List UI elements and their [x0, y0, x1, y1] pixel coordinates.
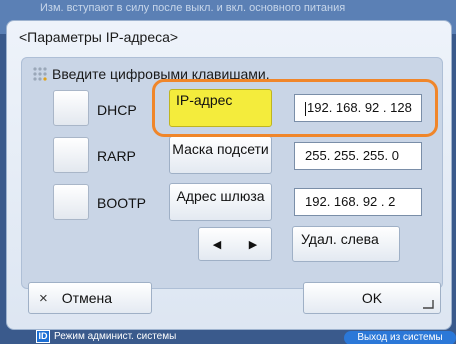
bootp-label: BOOTP: [97, 195, 147, 211]
text-cursor: [305, 101, 306, 116]
gateway-address-field[interactable]: 192. 168. 92 . 2: [294, 188, 422, 216]
ip-address-label: IP-адрес: [176, 92, 233, 108]
admin-mode-indicator: ID Режим админист. системы: [36, 330, 176, 343]
rarp-checkbox[interactable]: [53, 137, 89, 173]
background-notice: Изм. вступают в силу после выкл. и вкл. …: [40, 2, 346, 14]
instruction-text: Введите цифровыми клавишами.: [52, 66, 270, 82]
subnet-mask-value: 255. 255. 255. 0: [305, 148, 399, 163]
rarp-label: RARP: [97, 148, 136, 164]
subnet-mask-field[interactable]: 255. 255. 255. 0: [294, 142, 422, 170]
arrow-right-icon[interactable]: ▶: [235, 228, 271, 260]
bootp-checkbox[interactable]: [53, 184, 89, 220]
subnet-mask-label: Маска подсети: [172, 141, 269, 157]
ip-address-field[interactable]: 192. 168. 92 . 128: [294, 94, 422, 122]
gateway-address-button[interactable]: Адрес шлюза: [169, 183, 272, 221]
close-icon: ×: [39, 289, 48, 307]
gateway-address-value: 192. 168. 92 . 2: [305, 194, 396, 209]
admin-mode-label: Режим админист. системы: [54, 331, 177, 342]
ip-address-value: 192. 168. 92 . 128: [307, 100, 412, 115]
ip-address-button[interactable]: IP-адрес: [169, 89, 272, 127]
cursor-arrows: ◀ ▶: [198, 227, 272, 261]
logout-button[interactable]: Выход из системы: [344, 331, 456, 344]
ok-label: OK: [361, 290, 383, 306]
delete-left-label: Удал. слева: [301, 231, 379, 247]
cancel-button[interactable]: × Отмена: [28, 282, 152, 314]
arrow-left-icon[interactable]: ◀: [199, 228, 235, 260]
id-icon: ID: [36, 330, 50, 343]
gateway-address-label: Адрес шлюза: [176, 188, 265, 204]
subnet-mask-button[interactable]: Маска подсети: [169, 136, 272, 174]
delete-left-button[interactable]: Удал. слева: [292, 226, 400, 262]
dhcp-checkbox[interactable]: [53, 90, 89, 126]
cancel-label: Отмена: [61, 290, 112, 306]
keypad-icon: [33, 67, 47, 81]
dialog-title: <Параметры IP-адреса>: [19, 29, 179, 45]
ok-button[interactable]: OK: [303, 282, 441, 314]
instruction: Введите цифровыми клавишами.: [32, 66, 270, 82]
dhcp-label: DHCP: [97, 102, 137, 118]
enter-corner-icon: [423, 300, 434, 309]
